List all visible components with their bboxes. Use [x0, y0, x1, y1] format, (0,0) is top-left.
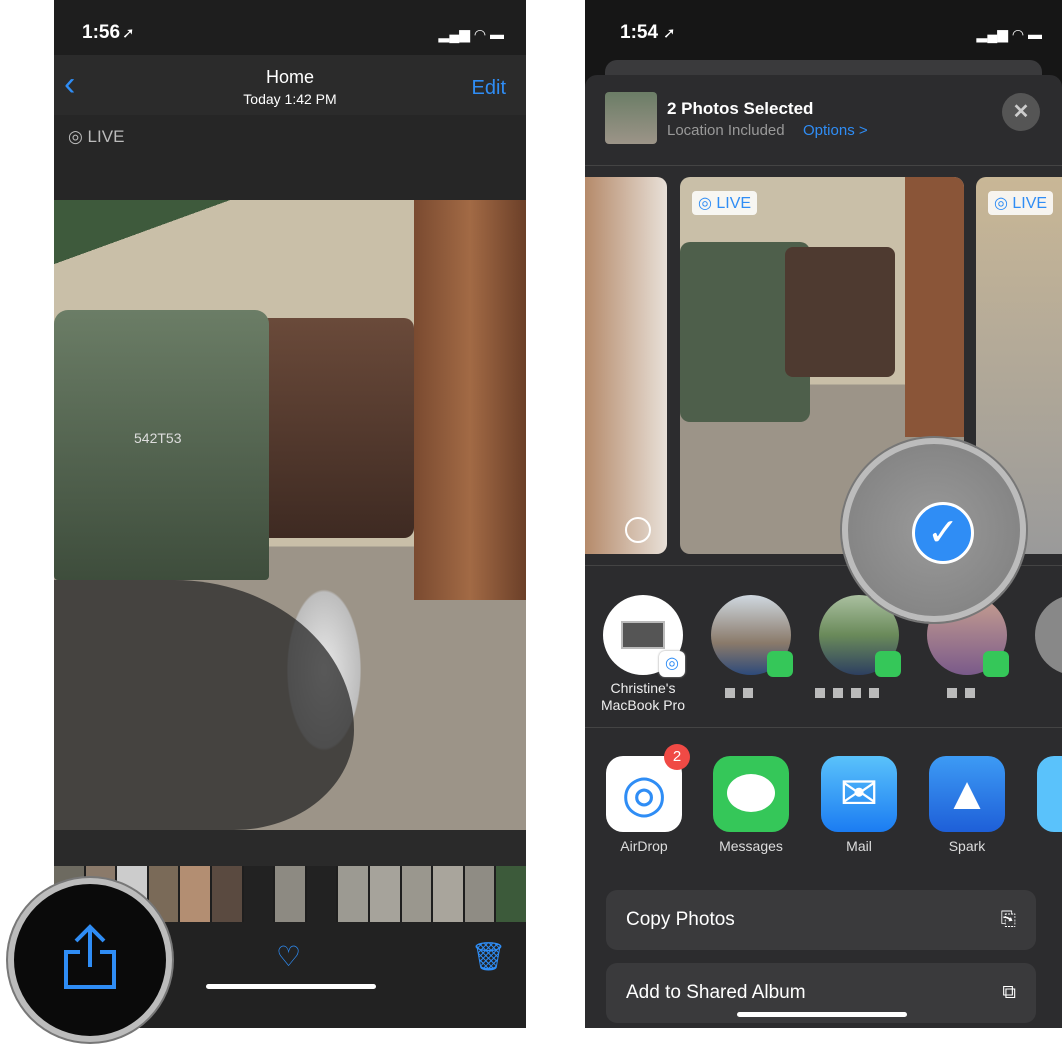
battery-icon: ▂▄▆ ◠ ▬ [438, 26, 504, 42]
selected-checkmark-magnified[interactable]: ✓ [842, 438, 1026, 622]
share-icon [64, 924, 116, 989]
laptop-icon [621, 621, 665, 649]
battery-icon: ▂▄▆ ◠ ▬ [976, 26, 1042, 42]
app-label: AirDrop [620, 838, 668, 854]
album-title: Home [265, 67, 314, 87]
app-label: D [1025, 838, 1062, 854]
notification-badge: 2 [664, 744, 690, 770]
trash-icon[interactable]: 🗑 [470, 940, 506, 973]
edit-button[interactable]: Edit [472, 77, 506, 100]
live-badge: ◎ LIVE [692, 191, 758, 215]
messages-badge-icon [983, 651, 1009, 677]
share-button-magnified[interactable] [8, 878, 172, 1042]
home-indicator [206, 984, 376, 989]
spark-app-icon[interactable]: ▲ [929, 756, 1005, 832]
status-time: 1:56 [82, 22, 121, 43]
main-photo[interactable]: 542T53 [54, 200, 526, 830]
live-label[interactable]: ◎ LIVE [68, 127, 124, 147]
selection-title: 2 Photos Selected [667, 99, 814, 118]
airdrop-app-icon[interactable]: ◎ 2 [606, 744, 690, 832]
fence [414, 200, 526, 600]
left-phone-photos: 1:56 ➚ ▂▄▆ ◠ ▬ ‹ Home Today 1:42 PM Edit… [54, 0, 526, 1028]
app-label: Spark [948, 838, 986, 854]
selection-thumbnail [605, 92, 657, 144]
airdrop-badge-icon: ◎ [659, 651, 685, 677]
location-included: Location Included [667, 122, 785, 139]
close-icon[interactable]: ✕ [1002, 93, 1040, 131]
contact-avatar[interactable] [711, 595, 793, 677]
copy-photos-action[interactable]: Copy Photos ⎘ [606, 890, 1036, 950]
contact-name-redacted [811, 685, 883, 703]
unselected-circle[interactable] [625, 517, 651, 543]
checkmark-icon[interactable]: ✓ [912, 502, 974, 564]
location-arrow-icon: ➚ [663, 25, 676, 42]
home-indicator [737, 1012, 907, 1017]
app-label: Messages [719, 838, 783, 854]
heart-icon[interactable]: ♡ [276, 940, 301, 973]
messages-badge-icon [875, 651, 901, 677]
messages-badge-icon [767, 651, 793, 677]
mail-app-icon[interactable]: ✉ [821, 756, 897, 832]
live-badge: ◎ LIVE [988, 191, 1054, 215]
photo-card-selfie[interactable] [585, 177, 667, 554]
contact-name-redacted [721, 685, 757, 703]
contact-name-redacted [943, 685, 979, 703]
copy-icon: ⎘ [1000, 909, 1016, 930]
app-icon-partial[interactable] [1037, 756, 1062, 832]
device-name-line1: Christine's [610, 680, 676, 696]
options-button[interactable]: Options > [803, 122, 868, 139]
green-bin: 542T53 [54, 310, 269, 580]
app-label: Mail [846, 838, 872, 854]
photo-date: Today 1:42 PM [243, 91, 337, 107]
status-time: 1:54 [620, 22, 659, 43]
airdrop-device-macbook[interactable]: ◎ [603, 595, 685, 677]
device-name-line2: MacBook Pro [600, 697, 686, 713]
contact-avatar[interactable] [1035, 595, 1062, 675]
shared-album-icon: ⧉ [1002, 982, 1016, 1003]
nav-bar: ‹ Home Today 1:42 PM Edit [54, 55, 526, 115]
messages-app-icon[interactable] [713, 756, 789, 832]
location-arrow-icon: ➚ [122, 25, 135, 42]
